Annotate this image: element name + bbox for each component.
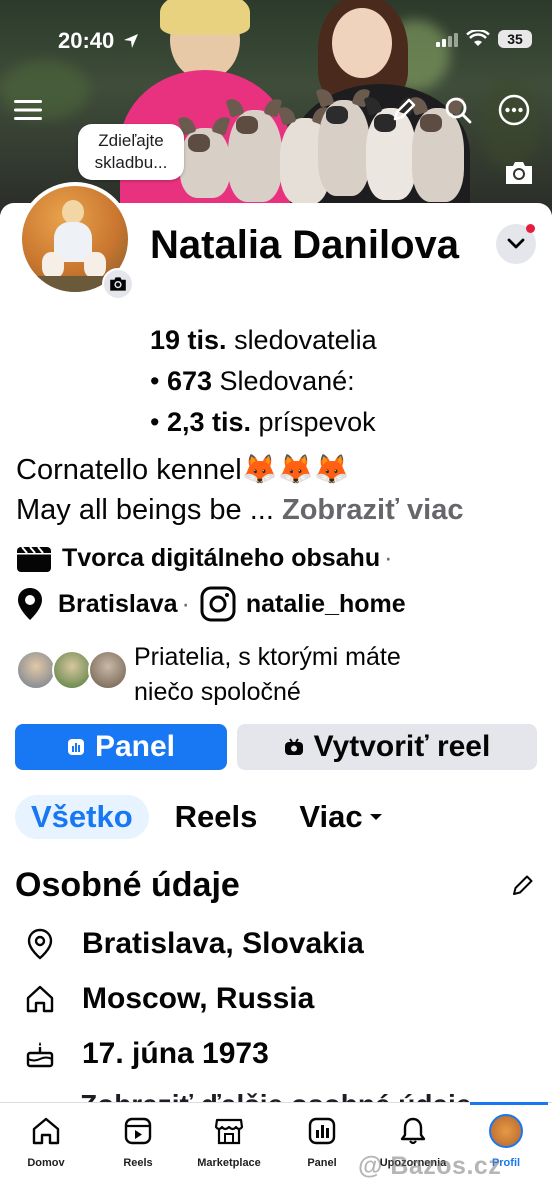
instagram-icon bbox=[200, 586, 236, 622]
category-row: Tvorca digitálneho obsahu · bbox=[16, 543, 396, 573]
search-button[interactable] bbox=[440, 92, 476, 128]
chevron-down-icon bbox=[507, 238, 525, 249]
friend-avatar bbox=[16, 650, 56, 690]
battery-indicator: 35 bbox=[498, 30, 532, 48]
pencil-icon bbox=[393, 98, 416, 121]
posts-stat[interactable]: • 2,3 tis. príspevok bbox=[150, 402, 377, 443]
nav-home[interactable]: Domov bbox=[18, 1103, 74, 1183]
location-pin-filled-icon bbox=[18, 588, 42, 620]
caret-down-icon bbox=[369, 814, 382, 820]
nav-panel[interactable]: Panel bbox=[294, 1103, 350, 1183]
home-icon bbox=[22, 981, 58, 1017]
detail-hometown: Moscow, Russia bbox=[22, 981, 314, 1017]
profile-name: Natalia Danilova bbox=[150, 223, 460, 267]
edit-cover-button[interactable] bbox=[504, 160, 534, 190]
tab-all[interactable]: Všetko bbox=[15, 795, 149, 839]
nav-marketplace[interactable]: Marketplace bbox=[186, 1103, 272, 1183]
location-pin-icon bbox=[22, 926, 58, 962]
profile-tabs: Všetko Reels Viac bbox=[15, 794, 399, 840]
status-time: 20:40 bbox=[58, 28, 140, 54]
more-options-button[interactable] bbox=[496, 92, 532, 128]
hamburger-menu-icon bbox=[14, 100, 42, 120]
detail-current-city: Bratislava, Slovakia bbox=[22, 926, 364, 962]
bottom-navigation: Domov Reels Marketplace Panel Upozorneni… bbox=[0, 1102, 552, 1200]
reels-icon bbox=[124, 1117, 152, 1145]
following-stat[interactable]: • 673 Sledované: bbox=[150, 361, 377, 402]
pencil-icon[interactable] bbox=[510, 872, 536, 898]
edit-profile-button[interactable] bbox=[386, 92, 422, 128]
camera-icon bbox=[110, 277, 126, 291]
instagram-link[interactable]: natalie_home bbox=[246, 590, 406, 619]
see-more-link[interactable]: Zobraziť viac bbox=[282, 494, 464, 526]
mutual-friends[interactable]: Priatelia, s ktorými máte niečo spoločné bbox=[16, 640, 536, 706]
location-arrow-icon bbox=[124, 34, 139, 48]
camera-icon bbox=[506, 162, 532, 184]
nav-reels[interactable]: Reels bbox=[110, 1103, 166, 1183]
dashboard-icon bbox=[67, 739, 84, 755]
wifi-icon bbox=[466, 30, 490, 46]
profile-stats: 19 tis. sledovatelia • 673 Sledované: • … bbox=[150, 320, 377, 443]
bell-icon bbox=[400, 1117, 426, 1145]
followers-stat[interactable]: 19 tis. sledovatelia bbox=[150, 320, 377, 361]
section-title: Osobné údaje bbox=[15, 866, 240, 904]
status-bar: 20:40 35 bbox=[0, 22, 552, 62]
birthday-cake-icon bbox=[22, 1036, 58, 1072]
watermark: @ Bazos.cz bbox=[358, 1152, 502, 1180]
friend-avatar bbox=[88, 650, 128, 690]
tab-reels[interactable]: Reels bbox=[159, 795, 274, 839]
profile-nav-avatar bbox=[489, 1114, 523, 1148]
marketplace-icon bbox=[214, 1118, 244, 1145]
more-dots-icon bbox=[498, 94, 530, 126]
location-text: Bratislava bbox=[58, 589, 178, 618]
tab-more[interactable]: Viac bbox=[283, 795, 398, 839]
share-song-bubble[interactable]: Zdieľajte skladbu... bbox=[78, 124, 184, 180]
signal-icon bbox=[436, 31, 458, 47]
home-icon bbox=[32, 1117, 60, 1145]
create-reel-button[interactable]: Vytvoriť reel bbox=[237, 724, 537, 770]
detail-birthday: 17. júna 1973 bbox=[22, 1036, 269, 1072]
search-icon bbox=[445, 97, 472, 124]
panel-button[interactable]: Panel bbox=[15, 724, 227, 770]
clapperboard-icon bbox=[17, 546, 51, 572]
menu-button[interactable] bbox=[10, 92, 46, 128]
profile-bio: Cornatello kennel🦊🦊🦊 May all beings be .… bbox=[16, 454, 464, 526]
location-instagram-row: Bratislava · natalie_home bbox=[16, 586, 406, 622]
profile-dropdown-button[interactable] bbox=[496, 224, 536, 264]
reel-camera-icon bbox=[284, 738, 303, 755]
panel-icon bbox=[308, 1117, 336, 1145]
friend-avatar bbox=[52, 650, 92, 690]
edit-avatar-button[interactable] bbox=[102, 268, 134, 300]
notification-dot bbox=[526, 224, 535, 233]
